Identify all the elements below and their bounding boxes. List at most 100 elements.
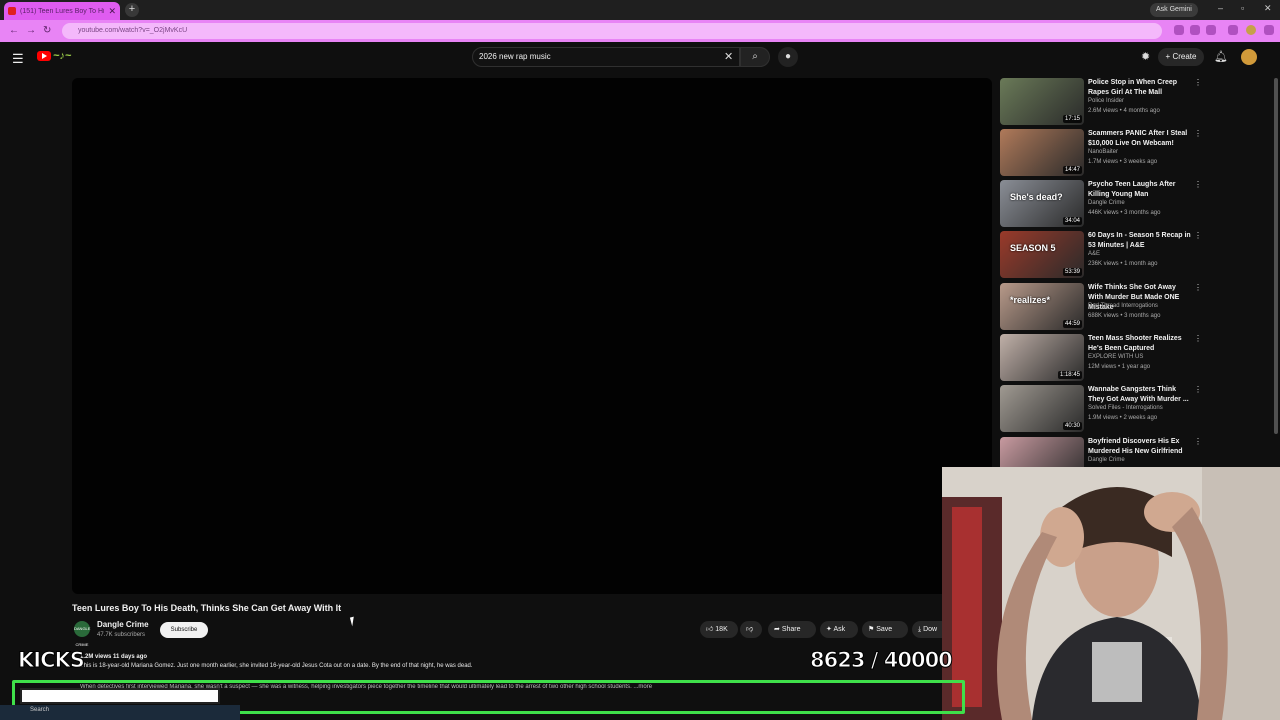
ask-gemini-button[interactable]: Ask Gemini [1150,3,1198,17]
recommendation-meta: 688K views • 3 months ago [1088,313,1161,319]
recommendation-item[interactable]: 1:18:45 Teen Mass Shooter Realizes He's B… [1000,334,1210,382]
video-thumbnail[interactable]: SEASON 5 53:39 [1000,231,1084,278]
reload-icon[interactable]: ↻ [43,25,51,36]
recommendation-channel[interactable]: EXPLORE WITH US [1088,354,1143,360]
download-button[interactable]: ⤓ Dow [912,621,942,638]
recommendation-item[interactable]: 40:30 Wannabe Gangsters Think They Got Aw… [1000,385,1210,433]
recommendation-channel[interactable]: Police Insider [1088,98,1124,104]
subscribe-button[interactable]: Subscribe [160,622,208,638]
share-icon: ➦ [774,626,780,633]
more-options-icon[interactable]: ⋮ [1194,334,1202,343]
chat-input-box[interactable] [20,688,220,704]
recommendation-channel[interactable]: A&E [1088,251,1100,257]
video-thumbnail[interactable]: *realizes* 44:59 [1000,283,1084,330]
maximize-icon[interactable]: ▫ [1241,3,1244,13]
video-thumbnail[interactable]: 40:30 [1000,385,1084,432]
back-icon[interactable]: ← [9,25,19,36]
thumbs-down-icon: 👎︎ [746,626,754,633]
menu-icon[interactable] [1264,25,1274,35]
recommendation-channel[interactable]: Solved Files - Interrogations [1088,405,1163,411]
like-button[interactable]: 👍︎ 18K [700,621,738,638]
dislike-button[interactable]: 👎︎ [740,621,762,638]
channel-avatar[interactable]: DANGLE CRIME [74,621,90,647]
description-text[interactable]: This is 18-year-old Mariana Gomez. Just … [80,663,473,669]
recommendation-meta: 1.7M views • 3 weeks ago [1088,159,1158,165]
like-count: 18K [715,626,728,633]
ask-button[interactable]: ✦ Ask [820,621,858,638]
mouse-cursor-icon [349,616,357,627]
recommendation-channel[interactable]: Red Thread Interrogations [1088,303,1158,309]
recommendation-meta: 1.9M views • 2 weeks ago [1088,415,1158,421]
extension-icon[interactable] [1228,25,1238,35]
cast-icon[interactable]: ✹ [1141,50,1150,63]
recommendation-channel[interactable]: Dangle Crime [1088,200,1125,206]
recommendation-item[interactable]: 14:47 Scammers PANIC After I Steal $10,00… [1000,129,1210,177]
ask-label: Ask [833,626,846,633]
taskbar-search[interactable]: Search [30,707,49,713]
extension-icon[interactable] [1174,25,1184,35]
more-options-icon[interactable]: ⋮ [1194,231,1202,240]
share-label: Share [781,626,801,633]
extension-icon[interactable] [1206,25,1216,35]
recommendation-item[interactable]: She's dead? 34:04 Psycho Teen Laughs After… [1000,180,1210,228]
save-button[interactable]: ⚑ Save [862,621,908,638]
profile-icon[interactable] [1246,25,1256,35]
recommendation-title[interactable]: Wannabe Gangsters Think They Got Away Wi… [1088,385,1192,405]
video-duration: 44:59 [1062,320,1082,328]
browser-tab-active[interactable]: (151) Teen Lures Boy To Hi... ✕ [4,2,120,20]
tab-close-icon[interactable]: ✕ [108,6,116,17]
extension-icon[interactable] [1190,25,1200,35]
recommendation-item[interactable]: 17:15 Police Stop in When Creep Rapes Gir… [1000,78,1210,126]
recommendation-item[interactable]: *realizes* 44:59 Wife Thinks She Got Away … [1000,283,1210,331]
notifications-bell-icon[interactable]: 🔔︎ [1214,50,1228,63]
video-thumbnail[interactable]: She's dead? 34:04 [1000,180,1084,227]
create-button[interactable]: + Create [1158,48,1204,66]
kicks-overlay-label: KICKS [18,648,86,673]
voice-search-button[interactable]: ● [778,47,798,67]
thumbnail-caption: *realizes* [1010,295,1051,305]
video-title: Teen Lures Boy To His Death, Thinks She … [72,603,342,613]
recommendation-title[interactable]: Psycho Teen Laughs After Killing Young M… [1088,180,1192,200]
more-options-icon[interactable]: ⋮ [1194,78,1202,87]
forward-icon[interactable]: → [26,25,36,36]
recommendation-channel[interactable]: Dangle Crime [1088,457,1125,463]
more-options-icon[interactable]: ⋮ [1194,180,1202,189]
search-input[interactable]: 2026 new rap music [472,47,740,67]
microphone-icon: ● [784,51,792,62]
video-thumbnail[interactable]: 1:18:45 [1000,334,1084,381]
new-tab-button[interactable]: + [125,3,139,17]
channel-name[interactable]: Dangle Crime [97,620,149,629]
video-duration: 34:04 [1062,217,1082,225]
thumbnail-caption: SEASON 5 [1010,243,1056,253]
hamburger-menu-icon[interactable]: ☰ [12,51,24,67]
close-window-icon[interactable]: ✕ [1264,3,1272,14]
video-player[interactable] [72,78,992,594]
minimize-icon[interactable]: – [1218,3,1223,13]
search-button[interactable]: ⌕ [740,47,770,67]
recommendation-meta: 2.6M views • 4 months ago [1088,108,1160,114]
video-duration: 14:47 [1062,166,1082,174]
recommendation-title[interactable]: Police Stop in When Creep Rapes Girl At … [1088,78,1192,98]
account-avatar[interactable] [1241,49,1257,65]
video-thumbnail[interactable]: 17:15 [1000,78,1084,125]
recommendation-item[interactable]: SEASON 5 53:39 60 Days In - Season 5 Recap… [1000,231,1210,279]
more-options-icon[interactable]: ⋮ [1194,283,1202,292]
clear-search-icon[interactable]: ✕ [724,50,733,63]
recommendation-channel[interactable]: NanoBaiter [1088,149,1118,155]
youtube-doodle-logo[interactable]: ~♪~ [53,50,71,62]
download-label: Dow [923,626,938,633]
share-button[interactable]: ➦ Share [768,621,816,638]
recommendation-title[interactable]: 60 Days In - Season 5 Recap in 53 Minute… [1088,231,1192,251]
recommendation-meta: 236K views • 1 month ago [1088,261,1158,267]
recommendation-title[interactable]: Boyfriend Discovers His Ex Murdered His … [1088,437,1192,457]
recommendation-title[interactable]: Teen Mass Shooter Realizes He's Been Cap… [1088,334,1192,354]
webcam-overlay [942,467,1280,720]
browser-tab-bar: (151) Teen Lures Boy To Hi... ✕ + Ask Ge… [0,0,1280,20]
video-thumbnail[interactable]: 14:47 [1000,129,1084,176]
more-options-icon[interactable]: ⋮ [1194,129,1202,138]
recommendation-title[interactable]: Scammers PANIC After I Steal $10,000 Liv… [1088,129,1192,149]
address-bar[interactable]: youtube.com/watch?v=_O2jMvKcU [62,23,1162,39]
more-options-icon[interactable]: ⋮ [1194,385,1202,394]
scrollbar[interactable] [1274,78,1278,434]
more-options-icon[interactable]: ⋮ [1194,437,1202,446]
